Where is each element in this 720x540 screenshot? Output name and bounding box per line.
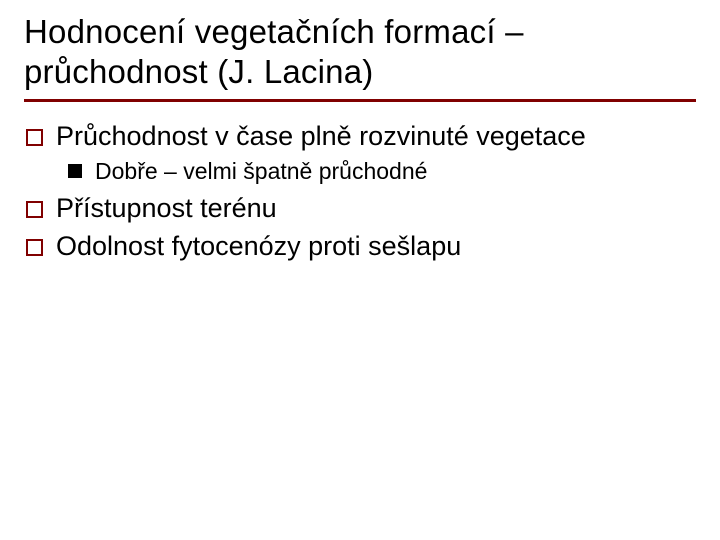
slide-title: Hodnocení vegetačních formací – průchodn… bbox=[24, 12, 696, 93]
title-underline bbox=[24, 99, 696, 102]
hollow-square-bullet-icon bbox=[26, 129, 43, 146]
list-item-text: Přístupnost terénu bbox=[56, 192, 277, 226]
list-item-text: Odolnost fytocenózy proti sešlapu bbox=[56, 230, 461, 264]
list-item: Přístupnost terénu bbox=[26, 192, 696, 226]
hollow-square-bullet-icon bbox=[26, 239, 43, 256]
list-item: Odolnost fytocenózy proti sešlapu bbox=[26, 230, 696, 264]
list-subitem: Dobře – velmi špatně průchodné bbox=[68, 157, 696, 186]
slide-body: Průchodnost v čase plně rozvinuté vegeta… bbox=[24, 120, 696, 264]
filled-square-bullet-icon bbox=[68, 164, 82, 178]
list-item-text: Průchodnost v čase plně rozvinuté vegeta… bbox=[56, 120, 586, 154]
list-item: Průchodnost v čase plně rozvinuté vegeta… bbox=[26, 120, 696, 154]
hollow-square-bullet-icon bbox=[26, 201, 43, 218]
list-subitem-text: Dobře – velmi špatně průchodné bbox=[95, 157, 427, 186]
slide: Hodnocení vegetačních formací – průchodn… bbox=[0, 0, 720, 264]
